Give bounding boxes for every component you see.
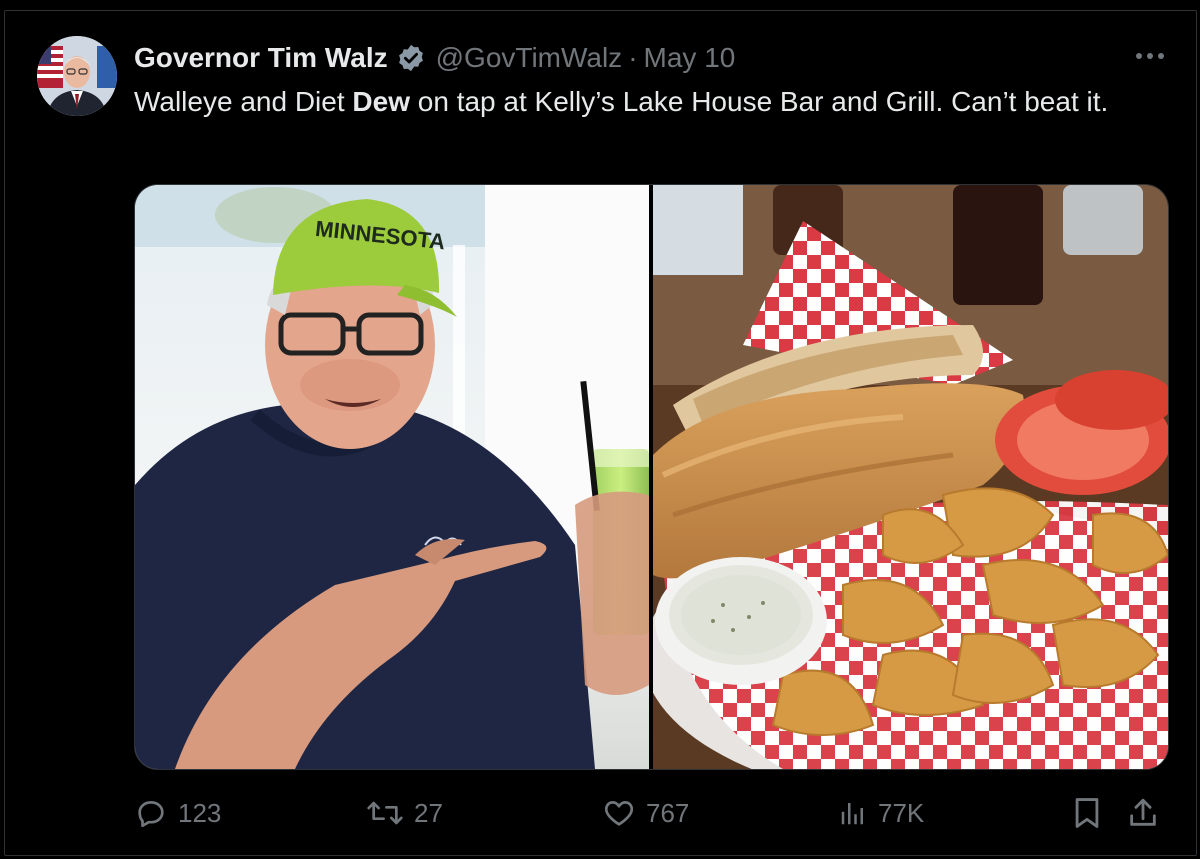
reply-icon xyxy=(138,801,164,828)
heart-icon xyxy=(604,801,634,826)
photo-walleye-sandwich-basket[interactable] xyxy=(653,185,1168,769)
views-button[interactable]: 77K xyxy=(838,790,924,836)
repost-icon xyxy=(367,801,403,825)
like-button[interactable]: 767 xyxy=(602,790,689,836)
header-separator: · xyxy=(628,42,638,73)
share-button[interactable] xyxy=(1126,790,1160,836)
author-display-name[interactable]: Governor Tim Walz xyxy=(134,42,388,74)
repost-count: 27 xyxy=(414,797,443,828)
bookmark-button[interactable] xyxy=(1072,790,1102,836)
tweet-text-bold: Dew xyxy=(352,86,410,117)
reply-button[interactable]: 123 xyxy=(134,790,221,836)
like-count: 767 xyxy=(646,797,690,828)
views-count: 77K xyxy=(878,797,925,828)
views-chart-icon xyxy=(841,803,863,825)
tweet-text: Walleye and Diet Dew on tap at Kelly’s L… xyxy=(134,83,1174,121)
verified-badge-icon[interactable] xyxy=(396,43,426,73)
share-icon xyxy=(1130,798,1156,826)
author-avatar[interactable] xyxy=(37,36,117,116)
tweet-text-part: on tap at Kelly’s Lake House Bar and Gri… xyxy=(409,86,1109,117)
tweet-header: Governor Tim Walz @GovTimWalz · May 10 xyxy=(134,38,735,78)
media-grid: MINNESOTA xyxy=(134,184,1169,770)
avatar-image xyxy=(37,36,117,116)
more-options-icon[interactable] xyxy=(1132,46,1168,66)
author-handle[interactable]: @GovTimWalz xyxy=(436,42,623,74)
bookmark-icon xyxy=(1075,798,1099,828)
tweet-date[interactable]: May 10 xyxy=(644,42,736,74)
repost-button[interactable]: 27 xyxy=(366,790,443,836)
tweet-text-part: Walleye and Diet xyxy=(134,86,353,117)
tweet-action-bar: 123 27 767 77K xyxy=(134,790,1174,836)
photo-governor-with-drink[interactable]: MINNESOTA xyxy=(135,185,649,769)
reply-count: 123 xyxy=(178,797,222,828)
